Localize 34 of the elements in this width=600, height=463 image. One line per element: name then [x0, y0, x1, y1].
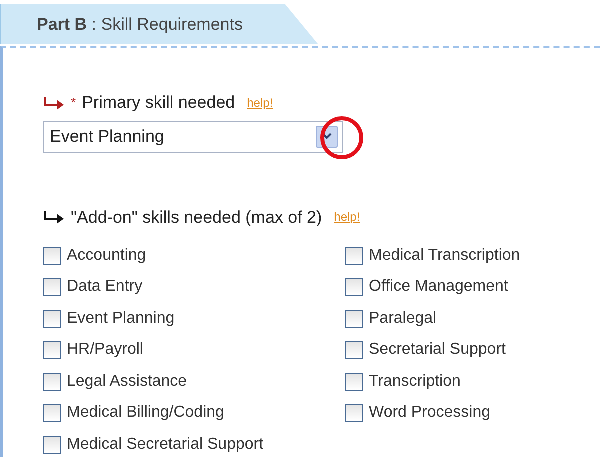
checkbox[interactable] — [43, 310, 61, 328]
checkbox-label: Medical Billing/Coding — [67, 403, 224, 424]
checkbox-label: Medical Secretarial Support — [67, 434, 264, 455]
required-mark: * — [71, 94, 76, 112]
checkbox-label: Accounting — [67, 246, 146, 266]
checkbox-label: Office Management — [369, 277, 508, 298]
checkbox-label: Legal Assistance — [67, 372, 188, 392]
checkbox-label: HR/Payroll — [67, 340, 144, 360]
checkbox[interactable] — [43, 436, 61, 454]
checkbox[interactable] — [345, 278, 363, 296]
checkbox[interactable] — [345, 246, 363, 265]
checkbox-label: Event Planning — [67, 308, 175, 329]
checkbox-label: Medical Transcription — [369, 246, 520, 266]
checkbox-label: Transcription — [369, 372, 461, 392]
checkbox[interactable] — [345, 310, 363, 328]
checkbox[interactable] — [43, 341, 61, 360]
checkbox[interactable] — [345, 404, 363, 422]
arrow-icon — [43, 210, 65, 224]
checkbox-label: Secretarial Support — [369, 340, 506, 360]
checkbox[interactable] — [43, 404, 61, 422]
checkbox[interactable] — [345, 372, 363, 391]
section-tab[interactable]: Part B : Skill Requirements — [0, 4, 318, 44]
field-label: "Add-on" skills needed (max of 2) — [71, 206, 322, 228]
arrow-icon — [43, 96, 65, 110]
checkbox[interactable] — [345, 341, 363, 360]
checkbox[interactable] — [43, 278, 61, 296]
checkbox-label: Paralegal — [369, 308, 437, 329]
checkbox[interactable] — [43, 246, 61, 265]
checkbox[interactable] — [43, 372, 61, 391]
chevron-down-icon — [322, 133, 332, 140]
checkbox-label: Word Processing — [369, 403, 491, 424]
checkbox-label: Data Entry — [67, 277, 143, 298]
skill-dropdown[interactable]: Event Planning — [43, 120, 343, 152]
field-label: Primary skill needed — [82, 92, 236, 114]
